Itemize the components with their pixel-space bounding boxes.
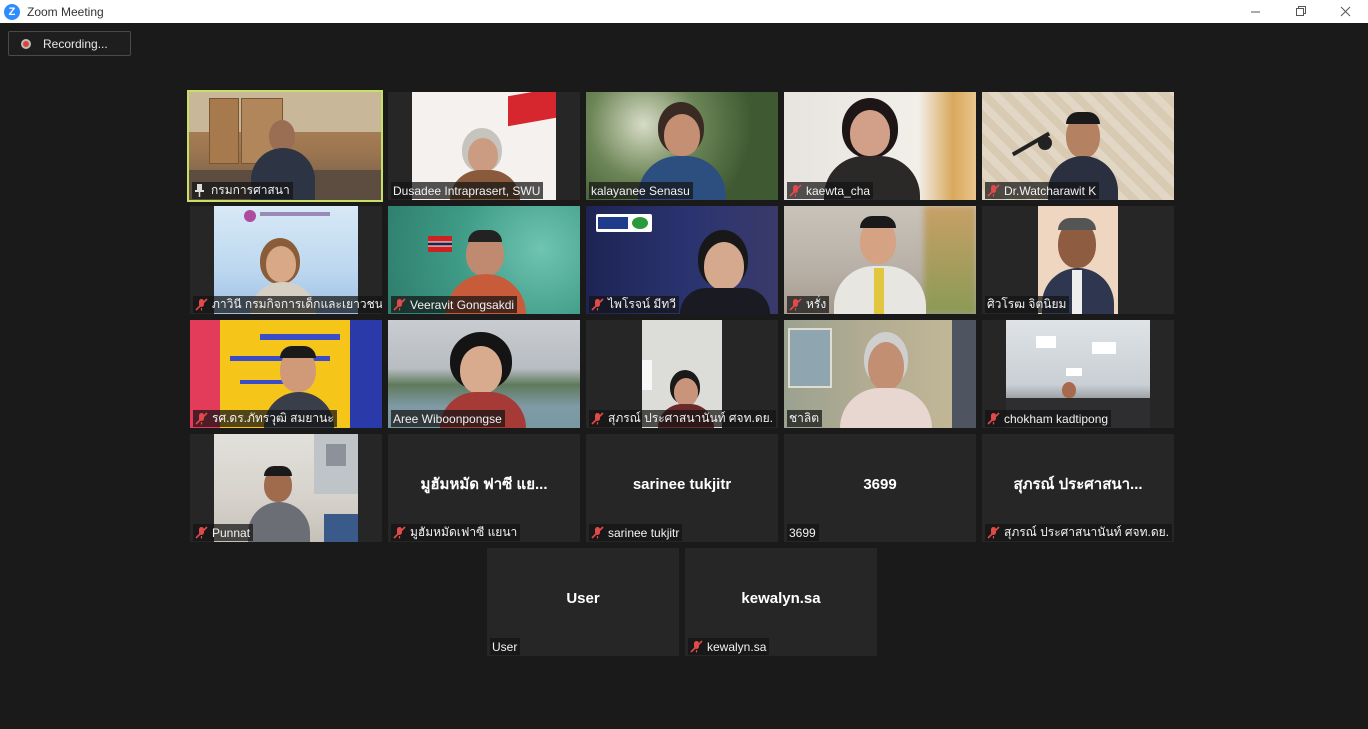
participant-name: chokham kadtipong [1004,411,1109,426]
mute-icon [987,184,1000,197]
participant-tile[interactable]: sarinee tukjitr sarinee tukjitr [586,434,778,542]
participant-name-label: กรมการศาสนา [192,182,293,199]
mute-icon [195,298,208,311]
participant-name-label: ภาวินี กรมกิจการเด็กและเยาวชน [193,296,382,313]
pin-icon [195,184,204,197]
participant-tile[interactable]: สุภรณ์ ประศาสนานันท์ ศจท.ดย. [586,320,778,428]
participant-tile[interactable]: 3699 3699 [784,434,976,542]
participant-name-label: มูฮัมหมัดเฟาซี แยนา [391,524,521,541]
participant-name-label: User [490,638,521,655]
participant-name: รศ.ดร.ภัทรวุฒิ สมยานะ [212,411,334,425]
participant-name-label: Aree Wiboonpongse [391,410,505,427]
mute-icon [393,526,406,539]
mute-icon [591,412,604,425]
recording-indicator[interactable]: Recording... [8,31,131,56]
participant-tile[interactable]: User User [487,548,679,656]
participant-tile[interactable]: หรั่ง [784,206,976,314]
participant-tile[interactable]: Veeravit Gongsakdi [388,206,580,314]
participant-name: ชาลิต [789,411,820,425]
participant-tile[interactable]: Dr.Watcharawit K [982,92,1174,200]
participant-tile[interactable]: มูฮัมหมัด ฟาซี แย... มูฮัมหมัดเฟาซี แยนา [388,434,580,542]
window-title: Zoom Meeting [27,4,104,19]
participant-tile[interactable]: kewalyn.sa kewalyn.sa [685,548,877,656]
participant-name: หรั่ง [806,297,827,311]
participant-tile[interactable]: ศิวโรฒ จิตนิยม [982,206,1174,314]
participant-name: kalayanee Senasu [591,183,690,198]
participant-display-name: User [566,589,600,607]
participant-name-label: Dr.Watcharawit K [985,182,1100,199]
mute-icon [987,412,1000,425]
participant-name-label: Veeravit Gongsakdi [391,296,518,313]
participant-name-label: kalayanee Senasu [589,182,693,199]
participant-name: Veeravit Gongsakdi [410,297,515,312]
participant-name: สุภรณ์ ประศาสนานันท์ ศจท.ดย. [1004,525,1169,539]
participant-name: Punnat [212,525,251,540]
participant-name: ศิวโรฒ จิตนิยม [987,297,1067,311]
participant-tile[interactable]: Aree Wiboonpongse [388,320,580,428]
participant-name: 3699 [789,525,816,540]
participant-name: กรมการศาสนา [211,183,290,197]
mute-icon [195,412,208,425]
restore-icon[interactable] [1278,0,1323,23]
participant-name-label: 3699 [787,524,819,541]
mute-icon [987,526,1000,539]
participant-name: Dusadee Intraprasert, SWU [393,183,541,198]
participant-display-name: มูฮัมหมัด ฟาซี แย... [420,476,548,493]
mute-icon [591,526,604,539]
mute-icon [789,184,802,197]
participant-name-label: ชาลิต [787,410,823,427]
participant-name-label: kaewta_cha [787,182,874,199]
mute-icon [690,640,703,653]
participant-name-label: รศ.ดร.ภัทรวุฒิ สมยานะ [193,410,337,427]
participant-name: ภาวินี กรมกิจการเด็กและเยาวชน [212,297,382,311]
participant-display-name: 3699 [863,475,897,493]
participant-tile[interactable]: ไพโรจน์ มีทวี [586,206,778,314]
participant-name: kaewta_cha [806,183,871,198]
participant-tile[interactable]: Dusadee Intraprasert, SWU [388,92,580,200]
participant-tile[interactable]: สุภรณ์ ประศาสนา... สุภรณ์ ประศาสนานันท์ … [982,434,1174,542]
participant-name-label: Punnat [193,524,254,541]
participant-name-label: chokham kadtipong [985,410,1112,427]
participant-tile[interactable]: kalayanee Senasu [586,92,778,200]
recording-label: Recording... [43,36,108,51]
window-titlebar: Z Zoom Meeting [0,0,1368,23]
participant-name: Dr.Watcharawit K [1004,183,1097,198]
participant-tile[interactable]: ภาวินี กรมกิจการเด็กและเยาวชน [190,206,382,314]
participant-name: มูฮัมหมัดเฟาซี แยนา [410,525,518,539]
participant-tile[interactable]: chokham kadtipong [982,320,1174,428]
participant-display-name: kewalyn.sa [741,589,821,607]
mute-icon [195,526,208,539]
participant-tile[interactable]: kaewta_cha [784,92,976,200]
participant-tile[interactable]: ชาลิต [784,320,976,428]
participant-name: สุภรณ์ ประศาสนานันท์ ศจท.ดย. [608,411,773,425]
close-icon[interactable] [1323,0,1368,23]
participant-name-label: ศิวโรฒ จิตนิยม [985,296,1070,313]
participant-name-label: ไพโรจน์ มีทวี [589,296,679,313]
participant-tile[interactable]: กรมการศาสนา [187,90,383,202]
participant-name-label: หรั่ง [787,296,830,313]
recording-dot-icon [21,38,31,49]
participant-name-label: kewalyn.sa [688,638,770,655]
mute-icon [591,298,604,311]
participant-display-name: sarinee tukjitr [632,475,732,493]
participant-name: Aree Wiboonpongse [393,411,502,426]
participant-tile[interactable]: รศ.ดร.ภัทรวุฒิ สมยานะ [190,320,382,428]
window-controls [1233,0,1368,23]
mute-icon [789,298,802,311]
mute-icon [393,298,406,311]
participant-name: sarinee tukjitr [608,525,680,540]
participant-name-label: sarinee tukjitr [589,524,683,541]
participant-name-label: สุภรณ์ ประศาสนานันท์ ศจท.ดย. [589,410,776,427]
participant-name: kewalyn.sa [707,639,767,654]
participant-name-label: Dusadee Intraprasert, SWU [391,182,544,199]
participant-display-name: สุภรณ์ ประศาสนา... [1013,476,1143,493]
participant-name: ไพโรจน์ มีทวี [608,297,676,311]
zoom-logo-icon: Z [4,3,20,20]
participant-name: User [492,639,518,654]
participant-tile[interactable]: Punnat [190,434,382,542]
participant-name-label: สุภรณ์ ประศาสนานันท์ ศจท.ดย. [985,524,1172,541]
minimize-icon[interactable] [1233,0,1278,23]
